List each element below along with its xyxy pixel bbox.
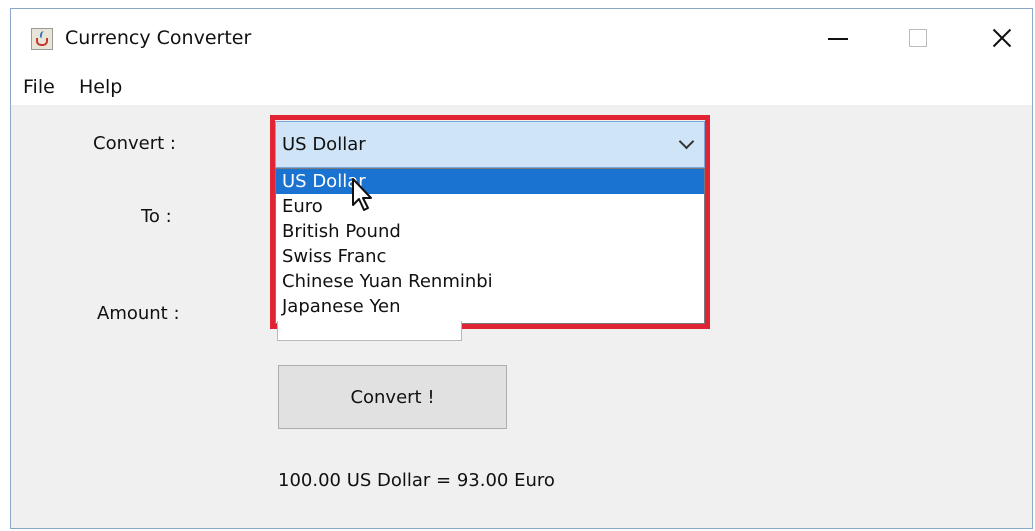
dropdown-option-us-dollar[interactable]: US Dollar — [276, 169, 704, 194]
minimize-icon[interactable] — [811, 15, 869, 59]
amount-field[interactable] — [277, 321, 462, 341]
to-label: To : — [141, 206, 172, 227]
convert-button[interactable]: Convert ! — [278, 365, 507, 429]
amount-label: Amount : — [97, 303, 180, 324]
convert-label: Convert : — [93, 133, 176, 154]
menu-file[interactable]: File — [23, 76, 55, 98]
java-cup-icon — [31, 28, 53, 50]
menu-bar: File Help — [11, 69, 1032, 105]
conversion-result: 100.00 US Dollar = 93.00 Euro — [278, 470, 555, 491]
currency-converter-window: Currency Converter File Help Convert : T… — [10, 8, 1033, 529]
title-bar: Currency Converter — [11, 9, 1032, 69]
dropdown-option-chinese-yuan[interactable]: Chinese Yuan Renminbi — [276, 269, 704, 294]
dropdown-option-euro[interactable]: Euro — [276, 194, 704, 219]
window-title: Currency Converter — [65, 27, 252, 49]
mouse-cursor-icon — [352, 178, 372, 211]
close-icon[interactable] — [973, 15, 1031, 59]
dropdown-option-swiss-franc[interactable]: Swiss Franc — [276, 244, 704, 269]
menu-help[interactable]: Help — [79, 76, 122, 98]
from-currency-value: US Dollar — [282, 134, 366, 155]
dropdown-option-japanese-yen[interactable]: Japanese Yen — [276, 294, 704, 319]
from-currency-combo[interactable]: US Dollar — [275, 121, 705, 168]
dropdown-option-british-pound[interactable]: British Pound — [276, 219, 704, 244]
currency-dropdown-list: US Dollar Euro British Pound Swiss Franc… — [275, 168, 705, 324]
chevron-down-icon[interactable] — [678, 133, 695, 150]
maximize-icon[interactable] — [891, 15, 949, 59]
